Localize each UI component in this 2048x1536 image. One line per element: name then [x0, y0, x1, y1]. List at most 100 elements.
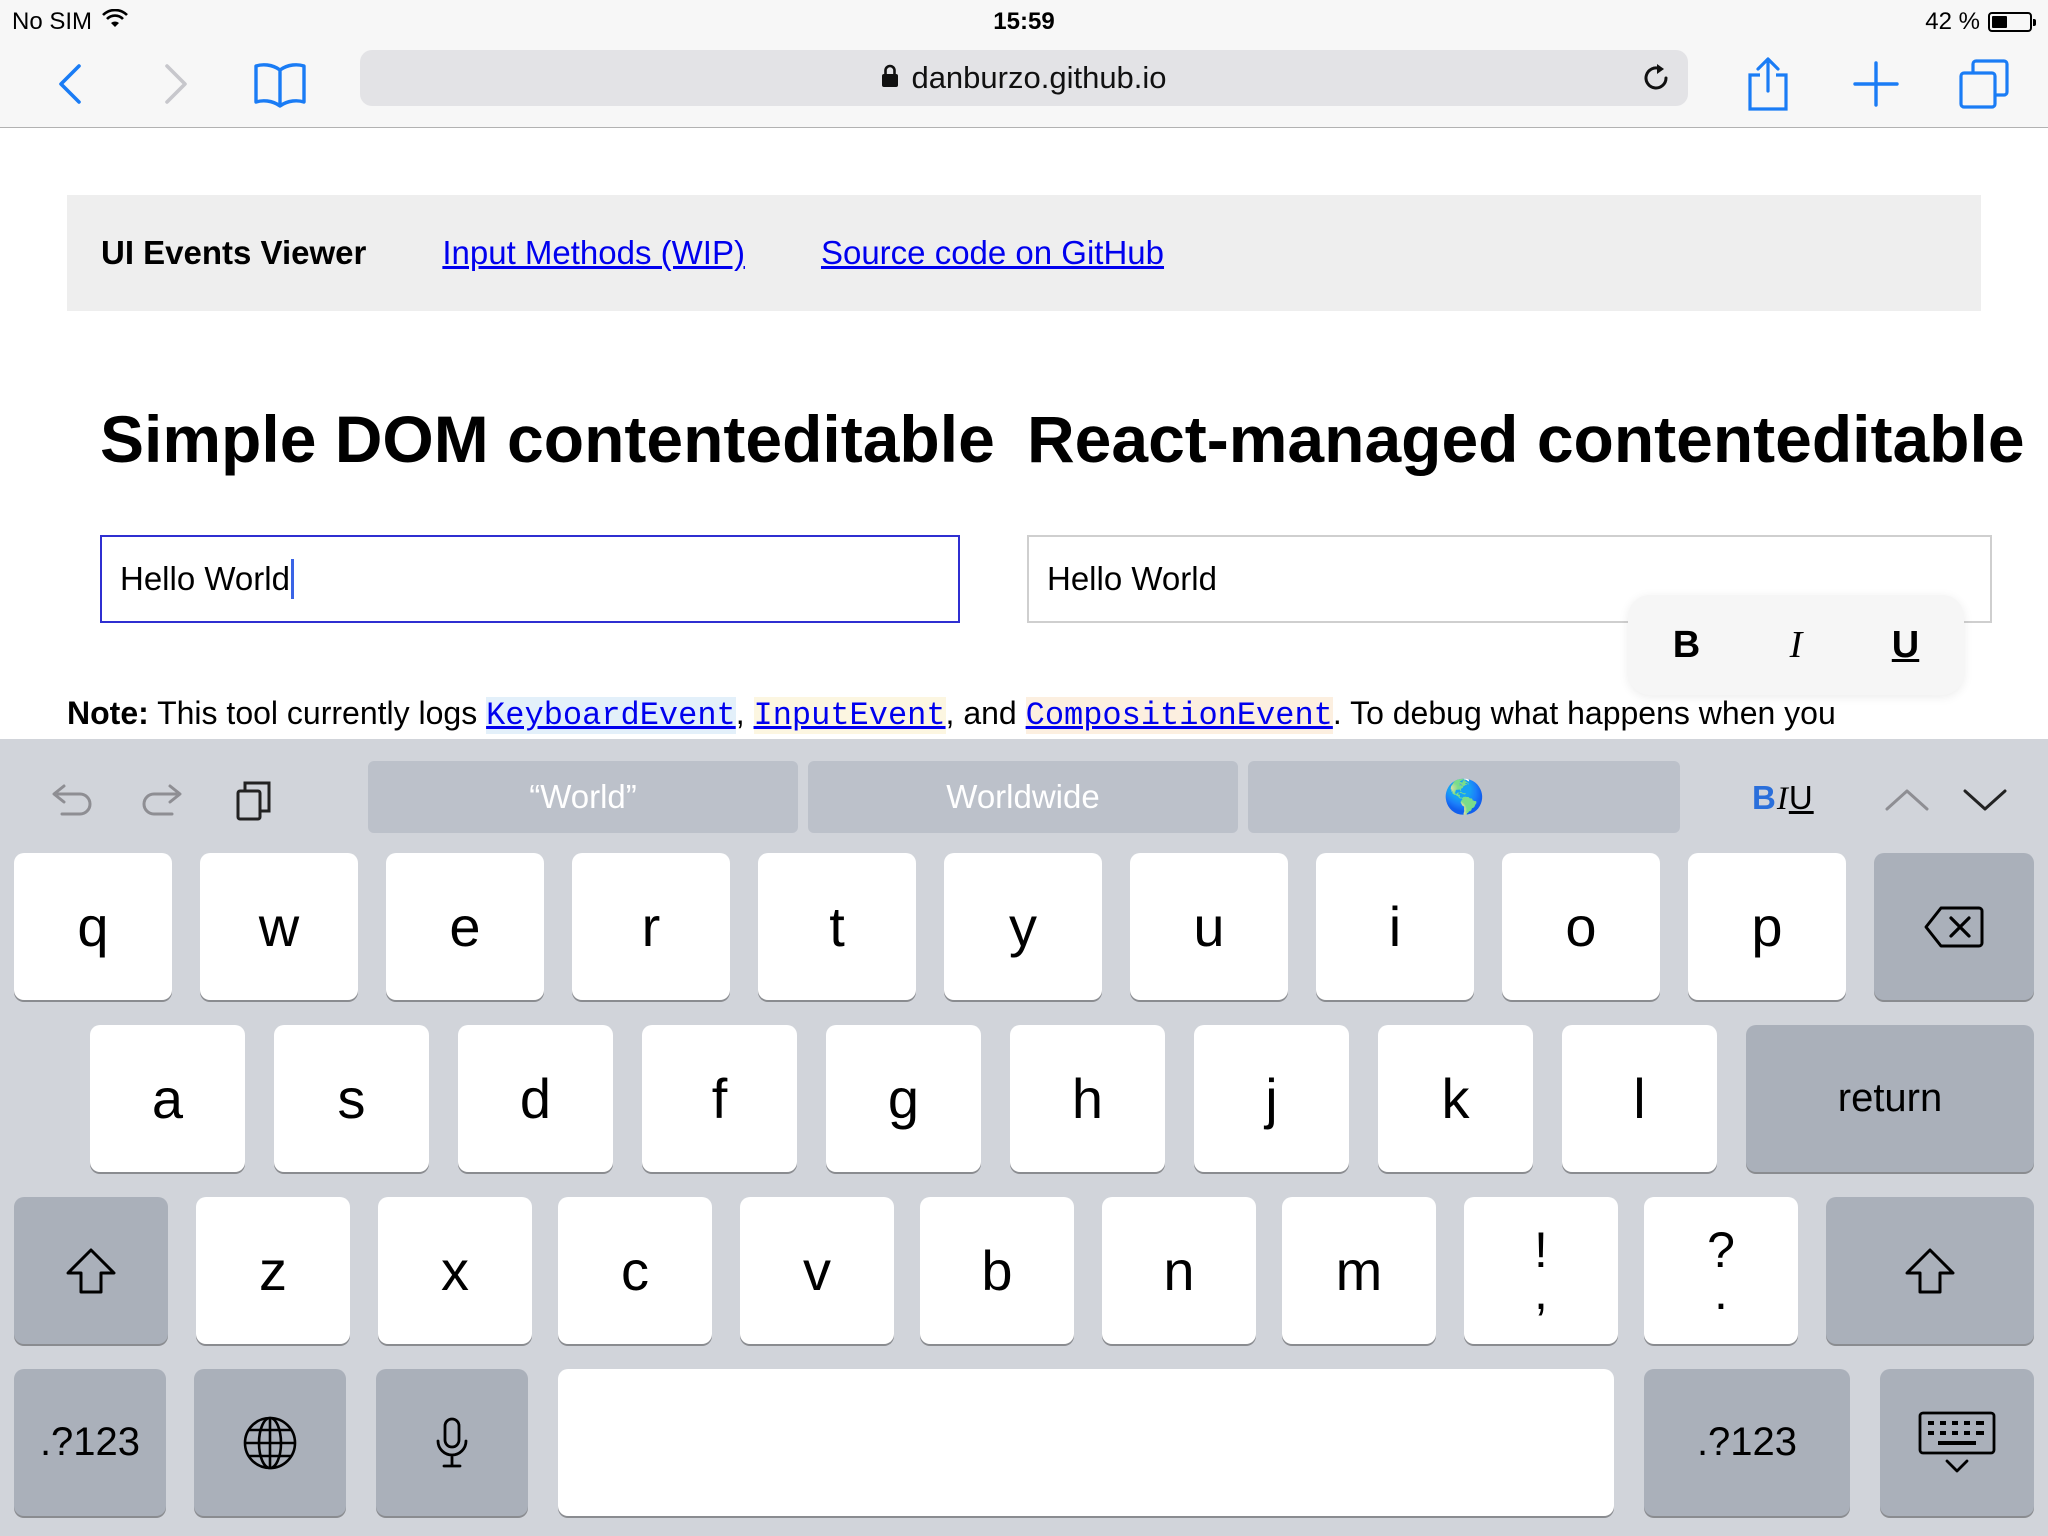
key-i[interactable]: i	[1316, 853, 1474, 1000]
backspace-icon	[1924, 906, 1984, 947]
shift-icon	[66, 1248, 116, 1293]
shift-left-key[interactable]	[14, 1197, 168, 1344]
bookmarks-icon[interactable]	[250, 54, 310, 114]
site-nav: UI Events Viewer Input Methods (WIP) Sou…	[67, 195, 1981, 311]
new-tab-icon[interactable]	[1846, 54, 1906, 114]
key-a[interactable]: a	[90, 1025, 245, 1172]
backspace-key[interactable]	[1874, 853, 2034, 1000]
suggestion-2[interactable]: Worldwide	[808, 761, 1238, 833]
suggestion-1[interactable]: “World”	[368, 761, 798, 833]
key-d[interactable]: d	[458, 1025, 613, 1172]
key-h[interactable]: h	[1010, 1025, 1165, 1172]
composition-event-link[interactable]: CompositionEvent	[1025, 697, 1333, 734]
numbers-key-right[interactable]: .?123	[1644, 1369, 1850, 1516]
keyboard-hide-icon	[1918, 1411, 1996, 1472]
biu-format-button[interactable]: BIU	[1752, 779, 1814, 818]
react-managed-editor-text: Hello World	[1047, 560, 1217, 597]
microphone-icon	[436, 1417, 468, 1467]
onscreen-keyboard: “World” Worldwide 🌎 BIU q w e r t y u i …	[0, 739, 2048, 1536]
bold-button[interactable]: B	[1673, 624, 1700, 667]
key-o[interactable]: o	[1502, 853, 1660, 1000]
key-f[interactable]: f	[642, 1025, 797, 1172]
biu-underline: U	[1788, 779, 1814, 816]
key-p[interactable]: p	[1688, 853, 1846, 1000]
note-sep-1: ,	[735, 695, 745, 731]
suggestion-3-globe-emoji[interactable]: 🌎	[1248, 761, 1680, 833]
status-bar: No SIM 15:59 42 %	[0, 0, 2048, 40]
key-c[interactable]: c	[558, 1197, 712, 1344]
note-text-1: This tool currently logs	[148, 695, 487, 731]
note-paragraph: Note: This tool currently logs KeyboardE…	[67, 695, 1836, 734]
battery-percent: 42 %	[1925, 8, 1980, 35]
key-m[interactable]: m	[1282, 1197, 1436, 1344]
status-time: 15:59	[993, 8, 1055, 35]
address-bar[interactable]: danburzo.github.io	[360, 50, 1688, 106]
key-u[interactable]: u	[1130, 853, 1288, 1000]
return-key[interactable]: return	[1746, 1025, 2034, 1172]
numbers-key-left[interactable]: .?123	[14, 1369, 166, 1516]
key-w[interactable]: w	[200, 853, 358, 1000]
simple-dom-editor-text: Hello World	[120, 560, 290, 597]
chevron-up-icon[interactable]	[1882, 775, 1932, 825]
globe-key[interactable]	[194, 1369, 346, 1516]
italic-button[interactable]: I	[1790, 623, 1803, 667]
key-y[interactable]: y	[944, 853, 1102, 1000]
key-z[interactable]: z	[196, 1197, 350, 1344]
back-icon[interactable]	[40, 54, 100, 114]
redo-icon[interactable]	[138, 775, 188, 825]
key-x[interactable]: x	[378, 1197, 532, 1344]
simple-dom-editor[interactable]: Hello World	[100, 535, 960, 623]
key-e[interactable]: e	[386, 853, 544, 1000]
key-l[interactable]: l	[1562, 1025, 1717, 1172]
space-key[interactable]	[558, 1369, 1614, 1516]
key-question-period[interactable]: ?.	[1644, 1197, 1798, 1344]
shift-icon	[1905, 1248, 1955, 1293]
chevron-down-icon[interactable]	[1960, 775, 2010, 825]
nav-link-input-methods[interactable]: Input Methods (WIP)	[442, 234, 745, 272]
share-icon[interactable]	[1738, 54, 1798, 114]
note-text-2: . To debug what happens when you	[1332, 695, 1836, 731]
biu-bold: B	[1752, 779, 1777, 816]
forward-icon[interactable]	[146, 54, 206, 114]
key-n[interactable]: n	[1102, 1197, 1256, 1344]
key-v[interactable]: v	[740, 1197, 894, 1344]
key-bottom-glyph: .	[1714, 1263, 1728, 1320]
url-text: danburzo.github.io	[911, 60, 1167, 95]
key-q[interactable]: q	[14, 853, 172, 1000]
lock-icon	[881, 60, 899, 96]
tabs-icon[interactable]	[1954, 54, 2014, 114]
browser-toolbar: danburzo.github.io	[0, 40, 2048, 128]
key-s[interactable]: s	[274, 1025, 429, 1172]
paste-icon[interactable]	[230, 775, 280, 825]
status-right: 42 %	[1925, 8, 2036, 36]
biu-italic: I	[1776, 781, 1789, 817]
battery-fill	[1992, 16, 2008, 28]
key-bottom-glyph: ,	[1534, 1263, 1548, 1320]
web-page: UI Events Viewer Input Methods (WIP) Sou…	[0, 129, 2048, 739]
shift-right-key[interactable]	[1826, 1197, 2034, 1344]
input-event-link[interactable]: InputEvent	[753, 697, 946, 734]
note-label: Note:	[67, 695, 149, 731]
key-b[interactable]: b	[920, 1197, 1074, 1344]
keyboard-shortcut-bar: “World” Worldwide 🌎 BIU	[0, 739, 2048, 849]
key-j[interactable]: j	[1194, 1025, 1349, 1172]
battery-icon	[1988, 12, 2036, 32]
react-managed-heading: React-managed contenteditable	[1027, 402, 2025, 476]
key-k[interactable]: k	[1378, 1025, 1533, 1172]
note-sep-2: , and	[945, 695, 1026, 731]
undo-icon[interactable]	[46, 775, 96, 825]
dismiss-keyboard-key[interactable]	[1880, 1369, 2034, 1516]
dictation-key[interactable]	[376, 1369, 528, 1516]
text-caret	[290, 559, 294, 599]
nav-link-source-code[interactable]: Source code on GitHub	[821, 234, 1164, 272]
simple-dom-heading: Simple DOM contenteditable	[100, 402, 995, 476]
format-popup: B I U	[1628, 595, 1964, 695]
key-g[interactable]: g	[826, 1025, 981, 1172]
underline-button[interactable]: U	[1892, 624, 1919, 667]
key-r[interactable]: r	[572, 853, 730, 1000]
reload-icon[interactable]	[1640, 62, 1672, 102]
key-exclamation-comma[interactable]: !,	[1464, 1197, 1618, 1344]
globe-icon	[243, 1416, 297, 1469]
keyboard-event-link[interactable]: KeyboardEvent	[486, 697, 736, 734]
key-t[interactable]: t	[758, 853, 916, 1000]
